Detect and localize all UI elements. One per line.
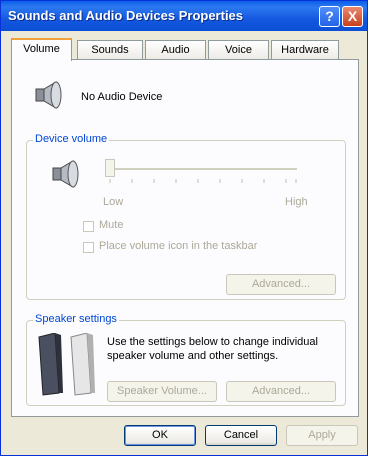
speaker-icon [35,81,62,109]
mute-label: Mute [99,219,124,231]
slider-low-label: Low [103,196,124,208]
apply-button[interactable]: Apply [286,425,358,446]
taskbar-icon-checkbox[interactable] [83,242,94,253]
tab-hardware[interactable]: Hardware [271,40,339,59]
properties-dialog: Sounds and Audio Devices Properties ? X … [0,0,368,456]
volume-slider-thumb[interactable] [105,159,115,177]
window-title: Sounds and Audio Devices Properties [8,8,244,23]
tab-audio[interactable]: Audio [145,40,206,59]
volume-tab-panel: No Audio Device Device volume Low High M… [11,59,359,417]
taskbar-icon-label: Place volume icon in the taskbar [99,240,258,252]
mute-checkbox[interactable] [83,221,94,232]
device-volume-label: Device volume [33,133,110,145]
volume-speaker-icon [52,160,79,188]
ok-button[interactable]: OK [124,425,196,446]
volume-slider-track[interactable] [111,168,297,170]
device-name: No Audio Device [81,91,163,103]
speaker-settings-group: Speaker settings Use the settings below … [26,313,346,406]
tab-sounds[interactable]: Sounds [77,40,143,59]
tab-voice[interactable]: Voice [208,40,269,59]
slider-high-label: High [285,196,308,208]
device-advanced-button[interactable]: Advanced... [226,274,336,295]
device-volume-group: Device volume Low High Mute Place volume… [26,133,346,300]
close-button[interactable]: X [342,6,363,27]
tab-volume[interactable]: Volume [11,38,72,61]
speaker-volume-button[interactable]: Speaker Volume... [107,381,217,402]
speakers-icon [38,333,95,396]
cancel-button[interactable]: Cancel [205,425,277,446]
speaker-settings-label: Speaker settings [33,313,119,325]
slider-ticks [109,179,297,183]
help-button[interactable]: ? [319,6,340,27]
speaker-settings-text: Use the settings below to change individ… [107,336,318,362]
speaker-advanced-button[interactable]: Advanced... [226,381,336,402]
tab-strip: Volume Sounds Audio Voice Hardware [11,38,357,61]
title-bar[interactable]: Sounds and Audio Devices Properties ? X [1,1,367,31]
